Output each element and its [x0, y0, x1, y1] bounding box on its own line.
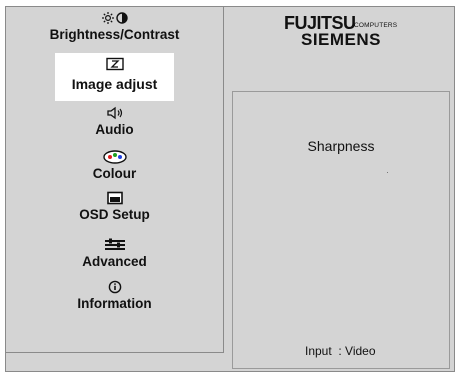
- colour-palette-icon: [6, 150, 223, 166]
- logo-siemens-text: SIEMENS: [301, 30, 382, 49]
- brightness-contrast-icon: [6, 11, 223, 27]
- menu-divider: [6, 352, 224, 353]
- menu-item-advanced[interactable]: Advanced: [6, 238, 223, 270]
- menu-item-information[interactable]: Information: [6, 280, 223, 312]
- speaker-icon: [6, 106, 223, 122]
- fujitsu-siemens-logo: FUJITSU COMPUTERS SIEMENS: [278, 11, 428, 53]
- logo-computers-text: COMPUTERS: [354, 22, 398, 29]
- menu-item-osd-setup[interactable]: OSD Setup: [6, 191, 223, 223]
- menu-item-label: OSD Setup: [79, 207, 150, 222]
- menu-item-brightness-contrast[interactable]: Brightness/Contrast: [6, 11, 223, 43]
- image-adjust-icon: [55, 57, 174, 73]
- input-status: Input : Video: [305, 344, 376, 358]
- menu-item-image-adjust[interactable]: Image adjust: [55, 53, 174, 101]
- menu-item-label: Image adjust: [71, 76, 158, 92]
- info-panel: Sharpness Input : Video: [232, 91, 450, 369]
- menu-item-colour[interactable]: Colour: [6, 150, 223, 182]
- panel-title: Sharpness: [307, 138, 375, 154]
- menu-item-label: Audio: [95, 122, 134, 137]
- osd-window: Brightness/Contrast Image adjust Audio C…: [5, 6, 455, 372]
- menu-item-audio[interactable]: Audio: [6, 106, 223, 138]
- panel-mark: [387, 172, 388, 173]
- information-icon: [6, 280, 223, 296]
- menu-item-label: Colour: [92, 166, 137, 181]
- osd-setup-icon: [6, 191, 223, 207]
- main-menu: Brightness/Contrast Image adjust Audio C…: [6, 7, 224, 352]
- menu-item-label: Advanced: [82, 254, 147, 269]
- menu-item-label: Brightness/Contrast: [49, 27, 180, 42]
- advanced-sliders-icon: [6, 238, 223, 254]
- menu-item-label: Information: [77, 296, 152, 311]
